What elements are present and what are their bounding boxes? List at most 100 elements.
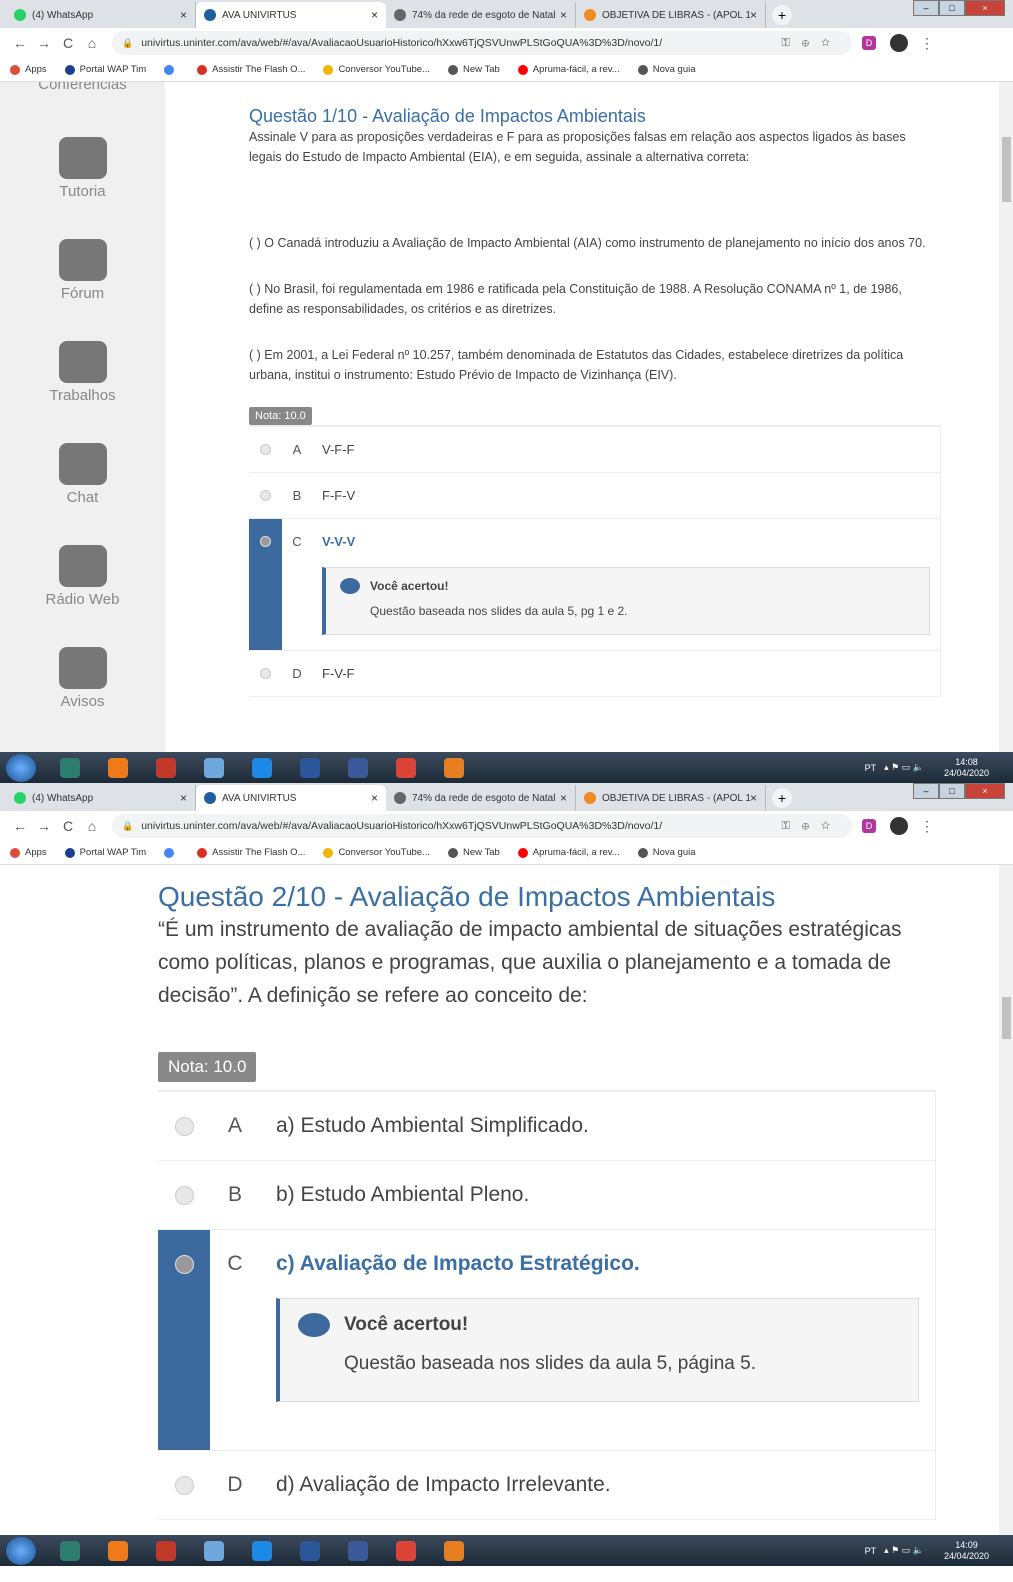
app-ring-button[interactable] [144,754,188,782]
glove-app-button[interactable] [432,1537,476,1565]
facebook-button[interactable] [336,1537,380,1565]
option-a[interactable]: Aa) Estudo Ambiental Simplificado. [158,1091,935,1160]
word-button[interactable] [288,1537,332,1565]
app-ring-button[interactable] [144,1537,188,1565]
profile-avatar[interactable] [890,817,908,835]
facebook-button[interactable] [336,754,380,782]
url-text[interactable]: univirtus.uninter.com/ava/web/#/ava/Aval… [141,37,662,49]
bookmark[interactable]: Nova guia [637,847,696,858]
radio-button[interactable] [158,1451,210,1519]
internet-explorer-button[interactable] [240,754,284,782]
bookmark[interactable] [164,847,179,858]
minimize-button[interactable]: – [913,783,939,799]
document-viewer-button[interactable] [192,1537,236,1565]
close-icon[interactable]: × [180,791,187,805]
radio-button[interactable] [158,1092,210,1160]
radio-button[interactable] [249,427,282,472]
browser-tab[interactable]: AVA UNIVIRTUS × [196,785,386,811]
start-button[interactable] [6,753,36,782]
bookmark[interactable]: Apruma-fácil, a rev... [517,64,620,75]
url-text[interactable]: univirtus.uninter.com/ava/web/#/ava/Aval… [141,820,662,832]
profile-avatar[interactable] [890,34,908,52]
scrollbar[interactable] [999,82,1013,752]
bookmark[interactable]: Portal WAP Tim [64,64,146,75]
radio-button[interactable] [249,651,282,696]
omnibox-actions[interactable]: ⚿⊕☆ [781,820,842,833]
language-indicator[interactable]: PT [865,763,877,773]
sidebar-item-tutoria[interactable]: Tutoria [0,137,165,200]
new-tab-button[interactable]: + [772,5,792,25]
bookmark[interactable]: New Tab [447,64,500,75]
browser-tab[interactable]: AVA UNIVIRTUS × [196,2,386,28]
app-arrow-button[interactable] [48,754,92,782]
sidebar-item-rdioweb[interactable]: Rádio Web [0,545,165,608]
home-icon[interactable]: ⌂ [80,35,104,51]
reload-icon[interactable]: C [56,818,80,834]
menu-icon[interactable]: ⋮ [920,818,934,835]
url-field[interactable]: 🔒 univirtus.uninter.com/ava/web/#/ava/Ava… [112,814,852,838]
option-a[interactable]: A V-F-F [249,426,940,472]
sidebar-item-avisos[interactable]: Avisos [0,647,165,710]
close-window-button[interactable]: × [965,783,1005,799]
close-icon[interactable]: × [560,8,567,22]
option-c[interactable]: C V-V-V Você acertou! Questão baseada nos s… [249,518,940,650]
browser-tab[interactable]: 74% da rede de esgoto de Natal × [386,785,576,811]
bookmark[interactable]: Portal WAP Tim [64,847,146,858]
bookmark[interactable]: Assistir The Flash O... [197,64,305,75]
close-icon[interactable]: × [371,791,378,805]
word-button[interactable] [288,754,332,782]
maximize-button[interactable]: □ [939,783,965,799]
radio-button[interactable] [249,519,282,650]
browser-tab[interactable]: (4) WhatsApp × [6,785,196,811]
radio-button[interactable] [158,1161,210,1229]
scrollbar[interactable] [999,865,1013,1535]
extension-icon[interactable]: D [862,36,876,50]
document-viewer-button[interactable] [192,754,236,782]
bookmark[interactable] [164,64,179,75]
app-arrow-button[interactable] [48,1537,92,1565]
radio-button[interactable] [249,473,282,518]
bookmark[interactable]: Conversor YouTube... [323,64,430,75]
close-icon[interactable]: × [371,8,378,22]
option-c[interactable]: Cc) Avaliação de Impacto Estratégico. Voc… [158,1229,935,1450]
language-indicator[interactable]: PT [865,1546,877,1556]
start-button[interactable] [6,1536,36,1565]
browser-tab[interactable]: (4) WhatsApp × [6,2,196,28]
menu-icon[interactable]: ⋮ [920,35,934,52]
browser-tab[interactable]: 74% da rede de esgoto de Natal × [386,2,576,28]
bookmark[interactable]: Conversor YouTube... [323,847,430,858]
home-icon[interactable]: ⌂ [80,818,104,834]
media-player-button[interactable] [96,754,140,782]
bookmark[interactable]: Apps [10,847,47,858]
maximize-button[interactable]: □ [939,0,965,16]
option-d[interactable]: Dd) Avaliação de Impacto Irrelevante. [158,1450,935,1519]
media-player-button[interactable] [96,1537,140,1565]
clock[interactable]: 14:09 24/04/2020 [944,1540,989,1562]
new-tab-button[interactable]: + [772,788,792,808]
glove-app-button[interactable] [432,754,476,782]
back-icon[interactable]: ← [8,818,32,834]
close-icon[interactable]: × [180,8,187,22]
omnibox-actions[interactable]: ⚿⊕☆ [781,37,842,50]
back-icon[interactable]: ← [8,35,32,51]
option-b[interactable]: B F-F-V [249,472,940,518]
sidebar-item-chat[interactable]: Chat [0,443,165,506]
bookmark[interactable]: New Tab [447,847,500,858]
close-icon[interactable]: × [750,8,757,22]
close-icon[interactable]: × [560,791,567,805]
internet-explorer-button[interactable] [240,1537,284,1565]
bookmark[interactable]: Nova guia [637,64,696,75]
sidebar-item-frum[interactable]: Fórum [0,239,165,302]
chrome-button[interactable] [384,754,428,782]
tray-icons[interactable]: ▴ ⚑ ▭ 🔈 [884,762,924,773]
option-d[interactable]: D F-V-F [249,650,940,696]
browser-tab[interactable]: OBJETIVA DE LIBRAS - (APOL 1 × [576,2,766,28]
clock[interactable]: 14:08 24/04/2020 [944,757,989,779]
minimize-button[interactable]: – [913,0,939,16]
close-icon[interactable]: × [750,791,757,805]
reload-icon[interactable]: C [56,35,80,51]
option-b[interactable]: Bb) Estudo Ambiental Pleno. [158,1160,935,1229]
url-field[interactable]: 🔒 univirtus.uninter.com/ava/web/#/ava/Ava… [112,31,852,55]
sidebar-item-trabalhos[interactable]: Trabalhos [0,341,165,404]
browser-tab[interactable]: OBJETIVA DE LIBRAS - (APOL 1 × [576,785,766,811]
